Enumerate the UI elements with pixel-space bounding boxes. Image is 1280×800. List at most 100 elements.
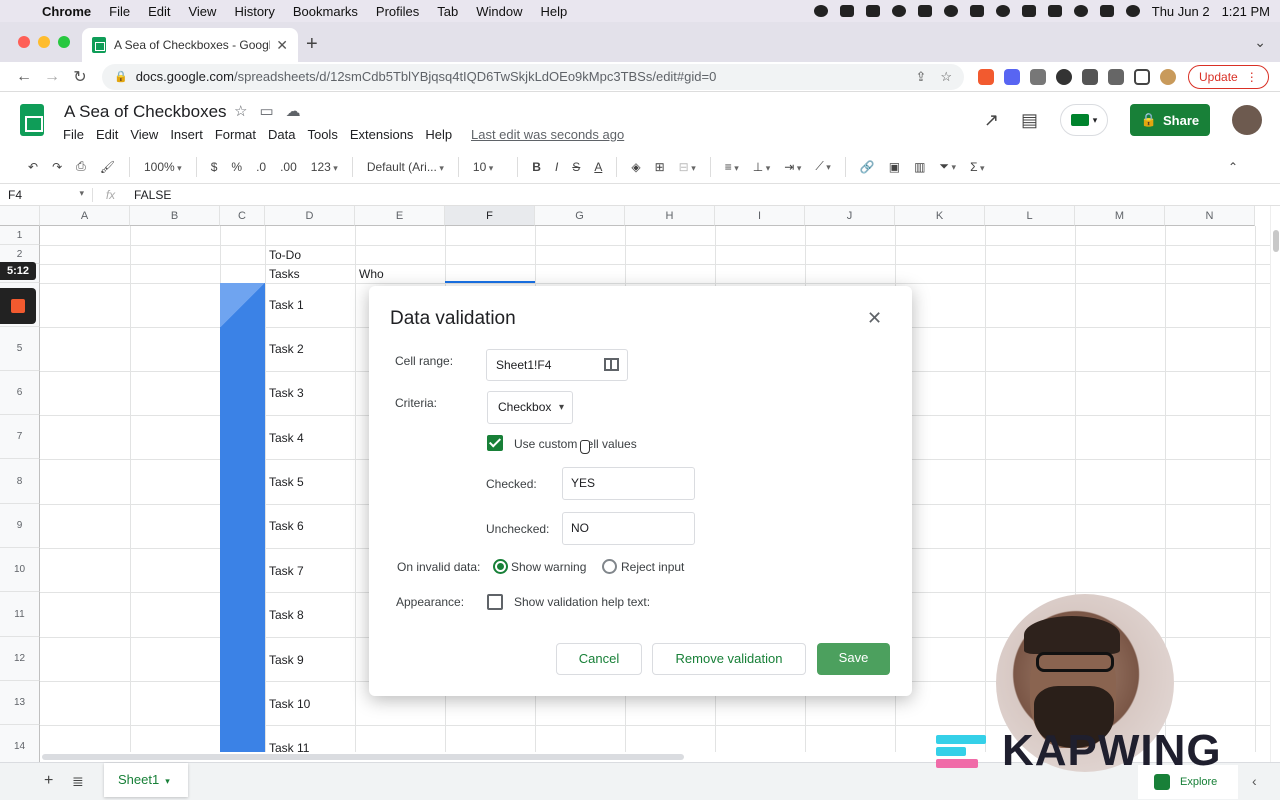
cell-d2[interactable]: To-Do <box>269 248 301 262</box>
vertical-scrollbar[interactable] <box>1270 206 1280 762</box>
settings-icon[interactable] <box>891 5 906 17</box>
criteria-select[interactable]: Checkbox <box>487 391 573 424</box>
formula-input[interactable]: FALSE <box>128 188 171 202</box>
sheets-logo-icon[interactable] <box>20 104 44 136</box>
row-header-5[interactable]: 5 <box>0 327 40 371</box>
row-header-13[interactable]: 13 <box>0 681 40 725</box>
menu-format[interactable]: Format <box>215 127 256 142</box>
paint-format-icon[interactable]: 🖌 <box>100 160 115 174</box>
extension-icon-1[interactable] <box>978 68 994 85</box>
cloud-status-icon[interactable]: ☁ <box>286 102 301 120</box>
mac-menu-edit[interactable]: Edit <box>148 4 170 19</box>
spotlight-search-icon[interactable] <box>1073 5 1088 17</box>
column-header-j[interactable]: J <box>805 206 895 226</box>
insert-chart-icon[interactable]: ▥ <box>914 160 925 174</box>
reading-list-icon[interactable] <box>1108 68 1124 85</box>
play-icon[interactable] <box>943 5 958 17</box>
font-size-select[interactable]: 10 <box>473 160 493 174</box>
bookmark-star-icon[interactable]: ☆ <box>940 69 952 85</box>
mac-menu-help[interactable]: Help <box>541 4 568 19</box>
more-formats-select[interactable]: 123 <box>311 160 338 174</box>
reject-input-label[interactable]: Reject input <box>621 560 684 574</box>
row-header-10[interactable]: 10 <box>0 548 40 592</box>
wifi-icon[interactable] <box>1047 5 1062 17</box>
cell-range-input[interactable]: Sheet1!F4 <box>486 349 628 381</box>
horizontal-scroll-thumb[interactable] <box>42 754 684 760</box>
new-tab-icon[interactable]: + <box>306 33 318 56</box>
column-header-l[interactable]: L <box>985 206 1075 226</box>
task-cell[interactable]: Task 2 <box>269 342 304 356</box>
column-header-h[interactable]: H <box>625 206 715 226</box>
task-cell[interactable]: Task 3 <box>269 386 304 400</box>
column-header-g[interactable]: G <box>535 206 625 226</box>
cancel-button[interactable]: Cancel <box>556 643 642 675</box>
collapse-side-panel-icon[interactable]: ‹ <box>1252 773 1257 789</box>
row-header-14[interactable]: 14 <box>0 725 40 762</box>
task-cell[interactable]: Task 5 <box>269 475 304 489</box>
activity-trend-icon[interactable]: ↗ <box>984 110 999 131</box>
menu-view[interactable]: View <box>130 127 158 142</box>
last-edit-link[interactable]: Last edit was seconds ago <box>471 127 624 142</box>
column-header-a[interactable]: A <box>40 206 130 226</box>
profile-avatar[interactable] <box>1160 68 1176 85</box>
column-header-k[interactable]: K <box>895 206 985 226</box>
mac-menu-bookmarks[interactable]: Bookmarks <box>293 4 358 19</box>
status-location-icon[interactable] <box>813 5 828 17</box>
mac-menu-window[interactable]: Window <box>476 4 522 19</box>
mac-date[interactable]: Thu Jun 2 <box>1152 4 1210 19</box>
stop-recording-button[interactable] <box>0 288 36 324</box>
merge-cells-icon[interactable]: ⊟ <box>679 160 696 174</box>
address-bar[interactable]: 🔒 docs.google.com/spreadsheets/d/12smCdb… <box>102 63 964 90</box>
select-all-corner[interactable] <box>0 206 40 226</box>
mac-menu-profiles[interactable]: Profiles <box>376 4 419 19</box>
name-box[interactable]: F4 <box>0 188 92 202</box>
document-title[interactable]: A Sea of Checkboxes <box>64 102 227 122</box>
show-warning-label[interactable]: Show warning <box>511 560 586 574</box>
help-text-label[interactable]: Show validation help text: <box>514 595 650 609</box>
undo-icon[interactable]: ↶ <box>28 160 38 174</box>
puzzle-icon[interactable] <box>1082 68 1098 85</box>
forward-icon[interactable]: → <box>38 68 66 86</box>
column-header-m[interactable]: M <box>1075 206 1165 226</box>
custom-values-label[interactable]: Use custom cell values <box>514 437 637 451</box>
task-cell[interactable]: Task 4 <box>269 431 304 445</box>
collapse-toolbar-icon[interactable]: ⌃ <box>1228 160 1238 174</box>
insert-link-icon[interactable]: 🔗 <box>860 160 875 174</box>
filter-icon[interactable]: ⏷ <box>939 159 956 174</box>
close-tab-icon[interactable]: ✕ <box>276 37 288 54</box>
close-window-button[interactable] <box>18 36 30 48</box>
mac-time[interactable]: 1:21 PM <box>1222 4 1270 19</box>
column-header-b[interactable]: B <box>130 206 220 226</box>
minimize-window-button[interactable] <box>38 36 50 48</box>
siri-icon[interactable] <box>1125 5 1140 17</box>
task-cell[interactable]: Task 8 <box>269 608 304 622</box>
extension-icon-4[interactable] <box>1056 68 1072 85</box>
menu-file[interactable]: File <box>63 127 84 142</box>
task-cell[interactable]: Task 1 <box>269 298 304 312</box>
account-avatar[interactable] <box>1232 105 1262 135</box>
checked-value-input[interactable]: YES <box>562 467 695 500</box>
strikethrough-button[interactable]: S <box>572 160 580 174</box>
update-button[interactable]: Update ⋮ <box>1188 64 1269 89</box>
decrease-decimal-button[interactable]: .0 <box>256 160 266 174</box>
task-color-column[interactable] <box>220 283 265 753</box>
unchecked-value-input[interactable]: NO <box>562 512 695 545</box>
task-cell[interactable]: Task 9 <box>269 653 304 667</box>
menu-insert[interactable]: Insert <box>170 127 203 142</box>
text-wrapping-icon[interactable]: ⇥ <box>784 160 801 174</box>
move-folder-icon[interactable]: ▭ <box>259 102 273 120</box>
mac-app-menu[interactable]: Chrome <box>42 4 91 19</box>
column-header-d[interactable]: D <box>265 206 355 226</box>
redo-icon[interactable]: ↷ <box>52 160 62 174</box>
mac-menu-view[interactable]: View <box>188 4 216 19</box>
percent-format-button[interactable]: % <box>231 160 242 174</box>
comments-icon[interactable]: ▤ <box>1021 110 1038 131</box>
remove-validation-button[interactable]: Remove validation <box>652 643 806 675</box>
mac-menu-tab[interactable]: Tab <box>437 4 458 19</box>
battery-icon[interactable] <box>1021 5 1036 17</box>
star-icon[interactable]: ☆ <box>234 102 247 120</box>
tab-search-chevron-icon[interactable]: ⌄ <box>1254 34 1266 51</box>
text-rotation-icon[interactable]: ⟋ <box>815 159 830 174</box>
text-color-button[interactable]: A <box>594 160 602 174</box>
extension-icon-3[interactable] <box>1030 68 1046 85</box>
